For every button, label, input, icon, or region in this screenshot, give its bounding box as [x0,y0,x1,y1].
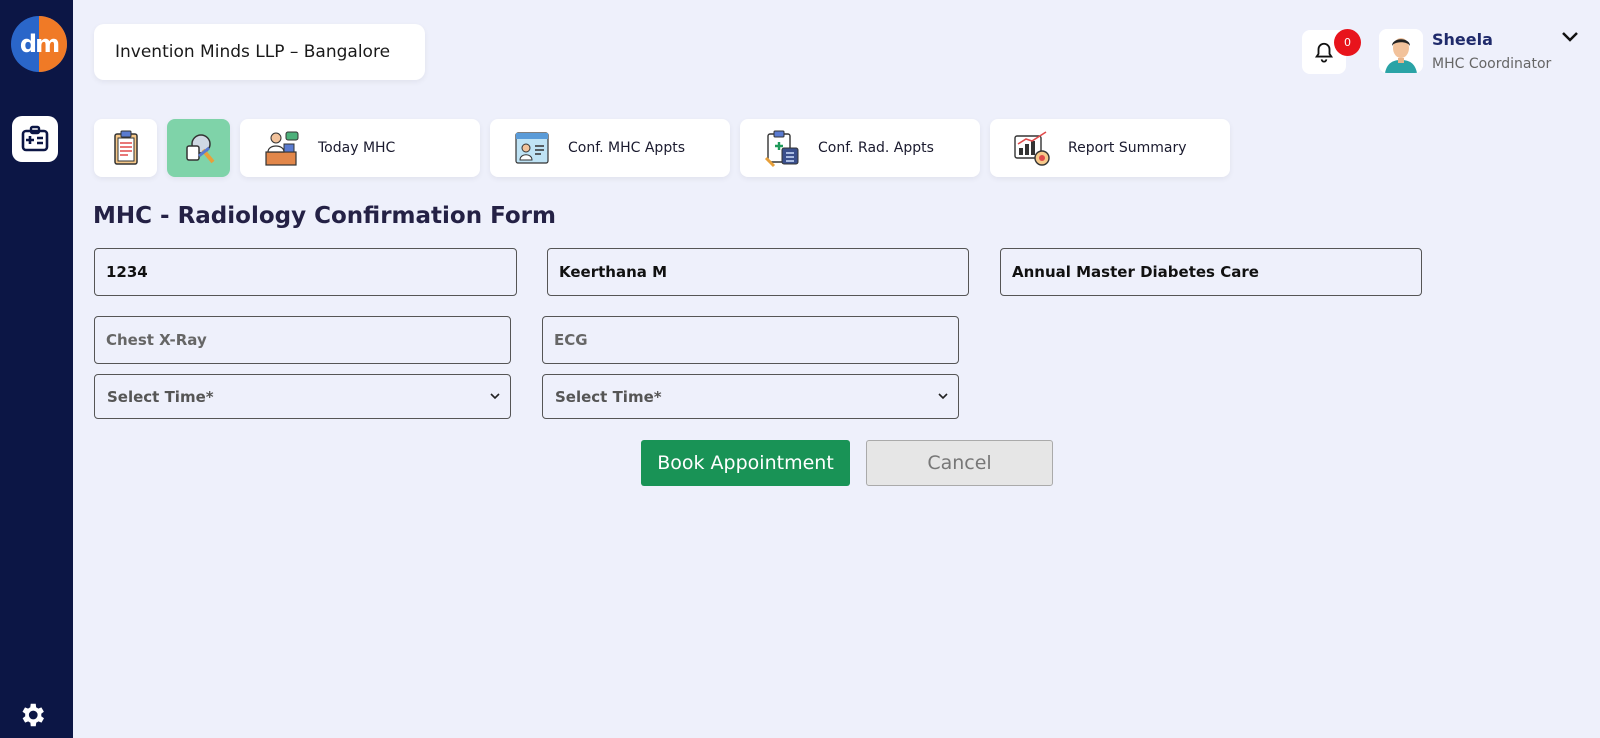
employee-id-field[interactable]: 1234 [94,248,517,296]
employee-id-value: 1234 [106,263,148,281]
nav-label-report-summary: Report Summary [1068,140,1187,156]
employee-name-field[interactable]: Keerthana M [547,248,969,296]
gear-icon[interactable] [17,700,47,730]
report-chart-icon [1014,131,1050,166]
nav-label-conf-mhc-appts: Conf. MHC Appts [568,140,685,156]
nav-conf-rad-appts[interactable]: Conf. Rad. Appts [740,119,980,177]
logo-text: dm [19,30,60,58]
medical-id-icon [21,125,49,152]
clipboard-icon [113,130,138,165]
clipboard-xray-icon [764,130,799,168]
org-name: Invention Minds LLP – Bangalore [115,42,391,62]
time-select-1-placeholder: Select Time* [107,387,214,406]
bell-icon [1314,42,1334,63]
nav-label-today-mhc: Today MHC [318,140,396,156]
nav-clipboard[interactable] [94,119,157,177]
nav-today-mhc[interactable]: Today MHC [240,119,480,177]
nav-conf-mhc-appts[interactable]: Conf. MHC Appts [490,119,730,177]
notification-badge: 0 [1334,29,1361,56]
time-select-2-placeholder: Select Time* [555,387,662,406]
package-name-field[interactable]: Annual Master Diabetes Care [1000,248,1422,296]
book-appointment-button[interactable]: Book Appointment [641,440,850,486]
test-1-field[interactable]: Chest X-Ray [94,316,511,364]
time-select-1[interactable]: Select Time* [94,374,511,419]
user-name[interactable]: Sheela [1432,30,1493,49]
sidebar-item-medical-id[interactable] [12,116,58,162]
chevron-down-icon[interactable] [1560,30,1580,44]
doctor-desk-icon [265,131,299,166]
nav-report-summary[interactable]: Report Summary [990,119,1230,177]
test-2-value: ECG [554,331,588,349]
chevron-down-icon [490,393,500,400]
chevron-down-icon [938,393,948,400]
package-name-value: Annual Master Diabetes Care [1012,263,1259,281]
user-role: MHC Coordinator [1432,56,1552,72]
nav-label-conf-rad-appts: Conf. Rad. Appts [818,140,934,156]
app-logo[interactable]: dm [11,16,67,72]
avatar[interactable] [1379,29,1423,73]
cancel-button[interactable]: Cancel [866,440,1053,486]
nav-radiology-tools[interactable] [167,119,230,177]
radiology-tools-icon [185,134,215,164]
org-selector[interactable]: Invention Minds LLP – Bangalore [94,24,425,80]
test-2-field[interactable]: ECG [542,316,959,364]
page-title: MHC - Radiology Confirmation Form [93,203,556,229]
test-1-value: Chest X-Ray [106,331,207,349]
employee-name-value: Keerthana M [559,263,668,281]
doctor-profile-icon [515,132,549,164]
user-avatar-icon [1379,29,1423,73]
time-select-2[interactable]: Select Time* [542,374,959,419]
sidebar: dm [0,0,73,738]
